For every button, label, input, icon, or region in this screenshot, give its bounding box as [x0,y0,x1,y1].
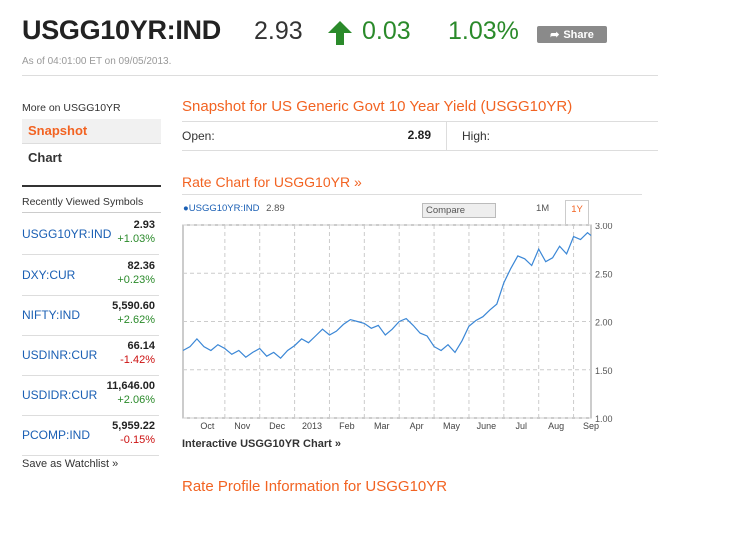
share-label: Share [563,28,594,41]
rate-line-chart[interactable]: 1.001.502.002.503.00Oct Nov Dec 2013 Feb Mar A… [182,223,632,435]
open-value: 2.89 [407,128,431,142]
recent-symbol-change: +1.03% [117,233,155,245]
chart-legend: ●USGG10YR:IND 2.89 [183,203,285,214]
tab-snapshot[interactable]: Snapshot [22,119,161,144]
x-tick-label: June [477,421,497,431]
recent-symbol-price: 66.14 [127,340,155,352]
save-watchlist-link[interactable]: Save as Watchlist » [22,458,118,470]
rate-profile-heading: Rate Profile Information for USGG10YR [182,478,448,495]
share-button[interactable]: ➦ Share [537,26,607,43]
recent-symbol-change: +0.23% [117,274,155,286]
save-watchlist-label: Save as Watchlist [22,458,110,470]
recent-symbol-change: -0.15% [120,434,155,446]
recent-symbol-row[interactable]: DXY:CUR 82.36 +0.23% [22,255,159,296]
recent-symbol-change: +2.62% [117,314,155,326]
recent-symbol-row[interactable]: USDIDR:CUR 11,646.00 +2.06% [22,375,159,416]
double-chevron-icon: » [353,174,362,190]
high-label: High: [462,129,491,143]
share-icon: ➦ [550,29,560,41]
recent-symbol-price: 11,646.00 [106,380,155,392]
recent-symbol-price: 5,959.22 [112,420,155,432]
y-tick-label: 2.00 [595,318,613,328]
recent-divider [22,212,161,213]
snapshot-heading: Snapshot for US Generic Govt 10 Year Yie… [182,98,573,115]
sidebar-divider [22,185,161,187]
recent-symbols-heading: Recently Viewed Symbols [22,196,144,208]
x-tick-label: 2013 [302,421,322,431]
header-divider [22,75,658,76]
x-tick-label: Oct [200,421,215,431]
x-tick-label: Apr [410,421,424,431]
recent-symbol-link[interactable]: USGG10YR:IND [22,227,111,241]
symbol-title: USGG10YR:IND [22,15,221,45]
more-on-heading: More on USGG10YR [22,102,121,114]
recent-symbol-row[interactable]: PCOMP:IND 5,959.22 -0.15% [22,415,159,456]
x-tick-label: Sep [583,421,599,431]
percent-change: 1.03% [448,17,519,45]
recent-symbol-link[interactable]: DXY:CUR [22,268,75,282]
x-tick-label: Mar [374,421,390,431]
legend-value: 2.89 [266,203,285,214]
chart-divider [182,194,642,195]
recent-symbol-link[interactable]: NIFTY:IND [22,308,80,322]
as-of-timestamp: As of 04:01:00 ET on 09/05/2013. [22,56,172,67]
recent-symbol-link[interactable]: PCOMP:IND [22,428,90,442]
price-change: 0.03 [362,17,411,45]
x-tick-label: Aug [548,421,564,431]
recent-symbol-row[interactable]: USGG10YR:IND 2.93 +1.03% [22,214,159,255]
range-1m-button[interactable]: 1M [536,203,549,214]
tab-chart[interactable]: Chart [22,146,161,170]
x-tick-label: Feb [339,421,355,431]
recent-symbol-row[interactable]: USDINR:CUR 66.14 -1.42% [22,335,159,376]
recent-symbol-row[interactable]: NIFTY:IND 5,590.60 +2.62% [22,295,159,336]
x-tick-label: Jul [515,421,527,431]
interactive-chart-link[interactable]: Interactive USGG10YR Chart » [182,438,341,450]
recent-symbol-link[interactable]: USDINR:CUR [22,348,97,362]
y-tick-label: 3.00 [595,223,613,231]
double-chevron-icon: » [112,458,119,470]
column-divider [446,121,447,150]
recent-symbol-price: 82.36 [127,260,155,272]
recent-symbol-change: +2.06% [117,394,155,406]
rate-chart-heading[interactable]: Rate Chart for USGG10YR » [182,174,362,190]
x-tick-label: Dec [269,421,286,431]
open-label: Open: [182,129,215,143]
interactive-chart-label: Interactive USGG10YR Chart [182,438,332,450]
rate-chart-heading-label: Rate Chart for USGG10YR [182,174,351,190]
up-arrow-icon [328,21,352,45]
range-1y-button[interactable]: 1Y [565,200,589,224]
legend-symbol: USGG10YR:IND [188,203,260,214]
double-chevron-icon: » [334,438,341,450]
x-tick-label: May [443,421,461,431]
recent-symbol-link[interactable]: USDIDR:CUR [22,388,97,402]
recent-symbol-price: 5,590.60 [112,300,155,312]
x-tick-label: Nov [234,421,251,431]
y-tick-label: 2.50 [595,269,613,279]
y-tick-label: 1.50 [595,366,613,376]
last-price: 2.93 [254,17,303,45]
recent-symbol-change: -1.42% [120,354,155,366]
compare-input[interactable]: Compare [422,203,496,218]
recent-symbol-price: 2.93 [133,219,155,231]
